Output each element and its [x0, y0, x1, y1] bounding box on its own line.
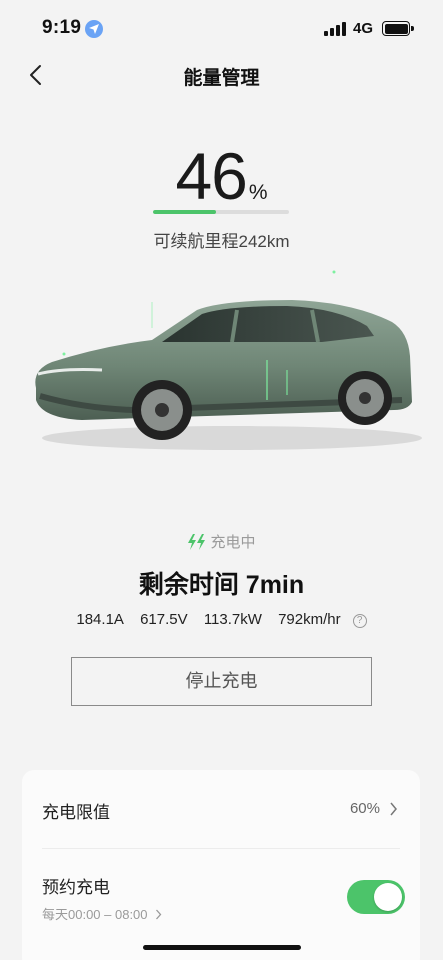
chevron-right-icon — [390, 802, 397, 816]
scheduled-time-link[interactable]: 每天00:00 – 08:00 — [42, 904, 162, 923]
charge-limit-row[interactable]: 充电限值 60% — [22, 770, 420, 848]
status-bar: 9:19 4G — [0, 0, 443, 56]
charge-limit-value: 60% — [349, 800, 380, 817]
toggle-knob — [374, 883, 402, 911]
battery-percent-display: 46% — [0, 138, 443, 214]
remaining-time: 剩余时间 7min — [138, 571, 305, 599]
location-arrow-icon — [85, 20, 103, 38]
current-value: 184.1A — [76, 611, 124, 628]
charging-bolts-icon — [187, 534, 207, 554]
charging-status: 充电中 — [0, 531, 443, 554]
battery-progress-bar — [153, 210, 289, 214]
scheduled-charging-label: 预约充电 — [42, 878, 110, 897]
scheduled-time-text: 每天00:00 – 08:00 — [42, 907, 148, 922]
charging-status-label: 充电中 — [210, 534, 256, 551]
voltage-value: 617.5V — [140, 611, 188, 628]
charging-settings-card: 充电限值 60% 预约充电 每天00:00 – 08:00 — [22, 770, 420, 960]
status-time: 9:19 — [42, 17, 82, 38]
battery-full-icon — [382, 21, 414, 36]
charge-limit-label: 充电限值 — [42, 803, 110, 822]
network-type: 4G — [353, 20, 374, 37]
battery-percent-unit: % — [248, 181, 268, 204]
signal-bars-icon — [324, 22, 346, 36]
stop-charging-button[interactable]: 停止充电 — [71, 657, 372, 706]
divider — [42, 848, 400, 849]
page-title: 能量管理 — [183, 68, 260, 89]
power-value: 113.7kW — [203, 611, 262, 628]
chevron-right-small-icon — [156, 909, 162, 920]
range-remaining: 可续航里程242km — [153, 232, 290, 251]
vehicle-image — [35, 270, 422, 450]
battery-percent-value: 46 — [175, 139, 247, 213]
question-circle-icon[interactable]: ? — [352, 614, 367, 628]
scheduled-charging-toggle[interactable] — [347, 880, 405, 914]
charge-rate-value: 792km/hr — [278, 611, 341, 628]
charging-metrics: 184.1A 617.5V 113.7kW 792km/hr? — [0, 611, 443, 628]
battery-progress-fill — [153, 210, 216, 214]
home-indicator[interactable] — [143, 945, 301, 950]
